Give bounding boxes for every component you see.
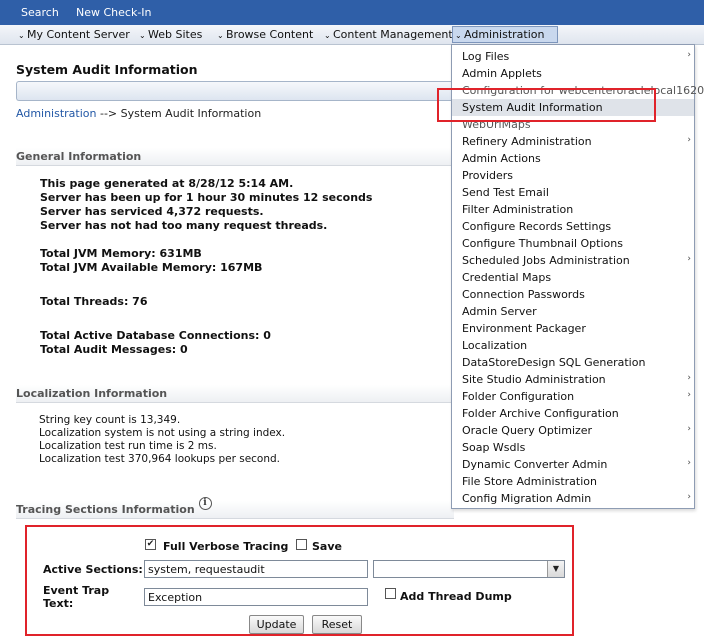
admin-menu-system-audit-information[interactable]: System Audit Information xyxy=(452,99,694,116)
active-sections-input[interactable] xyxy=(144,560,368,578)
admin-menu-admin-server[interactable]: Admin Server xyxy=(452,303,694,320)
chevron-down-icon: ⌄ xyxy=(18,31,25,40)
submenu-arrow-icon: › xyxy=(687,254,691,264)
submenu-arrow-icon: › xyxy=(687,424,691,434)
db-connections-text: Total Active Database Connections: 0 xyxy=(40,329,271,342)
add-thread-dump-checkbox[interactable] xyxy=(385,588,396,599)
admin-menu-oracle-query-optimizer[interactable]: Oracle Query Optimizer › xyxy=(452,422,694,439)
full-verbose-tracing-checkbox[interactable]: ✔ xyxy=(145,539,156,550)
tracing-heading-label: Tracing Sections Information xyxy=(16,503,195,516)
admin-menu-log-files[interactable]: Log Files › xyxy=(452,48,694,65)
admin-menu-environment-packager[interactable]: Environment Packager xyxy=(452,320,694,337)
admin-menu-configuration[interactable]: Configuration for webcenteroraclelocal16… xyxy=(452,82,704,99)
admin-menu-config-migration-admin[interactable]: Config Migration Admin › xyxy=(452,490,694,507)
string-key-count-text: String key count is 13,349. xyxy=(39,414,181,426)
save-checkbox[interactable] xyxy=(296,539,307,550)
localization-information-heading: Localization Information xyxy=(16,385,454,403)
generated-at-text: This page generated at 8/28/12 5:14 AM. xyxy=(40,177,294,190)
menu-my-content-server[interactable]: ⌄ My Content Server xyxy=(18,28,130,41)
admin-menu-admin-actions[interactable]: Admin Actions xyxy=(452,150,694,167)
admin-menu-scheduled-jobs-administration[interactable]: Scheduled Jobs Administration › xyxy=(452,252,694,269)
audit-messages-text: Total Audit Messages: 0 xyxy=(40,343,188,356)
tracing-form-highlight: ✔ Full Verbose Tracing Save Active Secti… xyxy=(25,525,574,636)
chevron-down-icon: ⌄ xyxy=(455,31,462,40)
search-link[interactable]: Search xyxy=(21,6,59,19)
add-thread-dump-label: Add Thread Dump xyxy=(400,590,512,603)
admin-menu-configure-thumbnail-options[interactable]: Configure Thumbnail Options xyxy=(452,235,694,252)
admin-menu-localization[interactable]: Localization xyxy=(452,337,694,354)
menu-label: Administration xyxy=(464,28,545,41)
menu-label: Content Management xyxy=(333,28,453,41)
info-icon[interactable]: i xyxy=(198,497,212,510)
test-run-time-text: Localization test run time is 2 ms. xyxy=(39,440,217,452)
main-menu-bar: ⌄ My Content Server ⌄ Web Sites ⌄ Browse Co… xyxy=(0,25,704,45)
section-select[interactable]: ▼ xyxy=(373,560,565,578)
menu-content-management[interactable]: ⌄ Content Management xyxy=(324,28,453,41)
administration-dropdown-menu: Log Files › Admin Applets Configuration f… xyxy=(451,44,704,509)
menu-web-sites[interactable]: ⌄ Web Sites xyxy=(139,28,202,41)
submenu-arrow-icon: › xyxy=(687,458,691,468)
admin-menu-admin-applets[interactable]: Admin Applets xyxy=(452,65,694,82)
chevron-down-icon: ⌄ xyxy=(139,31,146,40)
breadcrumb-current: --> System Audit Information xyxy=(96,107,262,120)
admin-menu-configure-records-settings[interactable]: Configure Records Settings xyxy=(452,218,694,235)
save-label: Save xyxy=(312,540,342,553)
submenu-arrow-icon: › xyxy=(687,390,691,400)
new-checkin-link[interactable]: New Check-In xyxy=(76,6,152,19)
admin-menu-send-test-email[interactable]: Send Test Email xyxy=(452,184,694,201)
menu-label: Browse Content xyxy=(226,28,314,41)
admin-menu-connection-passwords[interactable]: Connection Passwords xyxy=(452,286,694,303)
quick-search-bar[interactable] xyxy=(16,81,456,101)
chevron-down-icon: ⌄ xyxy=(324,31,331,40)
lookups-per-second-text: Localization test 370,964 lookups per se… xyxy=(39,453,281,465)
jvm-available-memory-text: Total JVM Available Memory: 167MB xyxy=(40,261,263,274)
chevron-down-icon: ⌄ xyxy=(217,31,224,40)
top-bar: Search New Check-In xyxy=(0,0,704,25)
total-jvm-memory-text: Total JVM Memory: 631MB xyxy=(40,247,202,260)
admin-menu-soap-wsdls[interactable]: Soap Wsdls xyxy=(452,439,694,456)
tracing-sections-heading: Tracing Sections Information i xyxy=(16,497,454,519)
admin-menu-weburlmaps[interactable]: WebUrlMaps xyxy=(452,116,694,133)
submenu-arrow-icon: › xyxy=(687,135,691,145)
page-title: System Audit Information xyxy=(16,62,198,77)
event-trap-label-line2: Text: xyxy=(43,597,74,610)
requests-serviced-text: Server has serviced 4,372 requests. xyxy=(40,205,264,218)
admin-menu-site-studio-administration[interactable]: Site Studio Administration › xyxy=(452,371,694,388)
menu-label: My Content Server xyxy=(27,28,130,41)
admin-menu-folder-archive-configuration[interactable]: Folder Archive Configuration xyxy=(452,405,694,422)
active-sections-label: Active Sections: xyxy=(43,563,143,576)
total-threads-text: Total Threads: 76 xyxy=(40,295,148,308)
reset-button[interactable]: Reset xyxy=(312,615,362,634)
menu-administration[interactable]: ⌄ Administration xyxy=(452,26,558,43)
update-button[interactable]: Update xyxy=(249,615,304,634)
event-trap-label-line1: Event Trap xyxy=(43,584,110,597)
admin-menu-dynamic-converter-admin[interactable]: Dynamic Converter Admin › xyxy=(452,456,694,473)
event-trap-text-input[interactable] xyxy=(144,588,368,606)
admin-menu-folder-configuration[interactable]: Folder Configuration › xyxy=(452,388,694,405)
string-index-text: Localization system is not using a strin… xyxy=(39,427,286,439)
uptime-text: Server has been up for 1 hour 30 minutes… xyxy=(40,191,373,204)
admin-menu-filter-administration[interactable]: Filter Administration xyxy=(452,201,694,218)
breadcrumb: Administration --> System Audit Informat… xyxy=(16,107,261,120)
admin-menu-datastoredesign-sql-generation[interactable]: DataStoreDesign SQL Generation xyxy=(452,354,694,371)
admin-menu-credential-maps[interactable]: Credential Maps xyxy=(452,269,694,286)
menu-label: Web Sites xyxy=(148,28,203,41)
full-verbose-tracing-label: Full Verbose Tracing xyxy=(163,540,289,553)
admin-menu-providers[interactable]: Providers xyxy=(452,167,694,184)
submenu-arrow-icon: › xyxy=(687,492,691,502)
request-threads-text: Server has not had too many request thre… xyxy=(40,219,328,232)
dropdown-arrow-icon: ▼ xyxy=(547,561,564,577)
admin-menu-file-store-administration[interactable]: File Store Administration xyxy=(452,473,694,490)
submenu-arrow-icon: › xyxy=(687,373,691,383)
admin-menu-refinery-administration[interactable]: Refinery Administration › xyxy=(452,133,694,150)
submenu-arrow-icon: › xyxy=(687,50,691,60)
menu-browse-content[interactable]: ⌄ Browse Content xyxy=(217,28,313,41)
breadcrumb-administration-link[interactable]: Administration xyxy=(16,107,97,120)
general-information-heading: General Information xyxy=(16,148,454,166)
